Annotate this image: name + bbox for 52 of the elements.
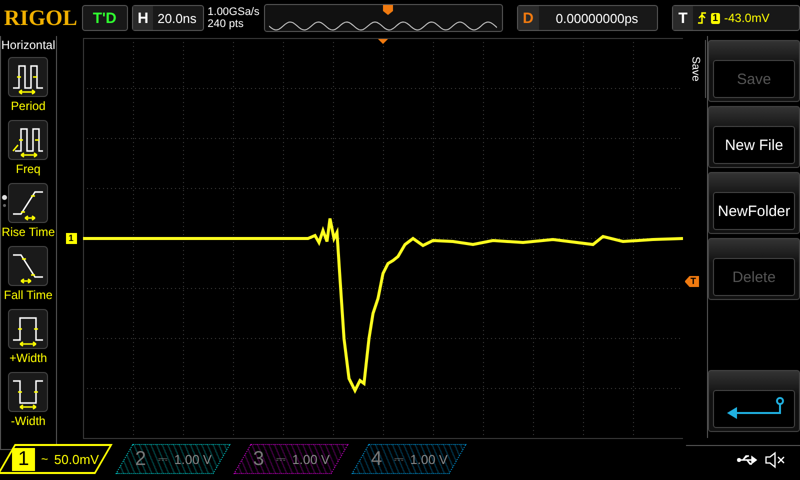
rising-edge-icon <box>696 11 707 25</box>
timebase-box[interactable]: H 20.0ns <box>132 5 204 31</box>
channel-tab[interactable]: 3 ⎓ 1.00 V <box>233 444 349 474</box>
delay-label: D <box>518 6 539 30</box>
measure-label: Freq <box>16 161 41 178</box>
sample-rate: 1.00GSa/s <box>208 6 260 18</box>
channel-tab[interactable]: 1 ~ 50.0mV <box>0 444 113 474</box>
channel-number: 1 <box>12 448 36 470</box>
speaker-muted-icon <box>764 450 786 468</box>
coupling-symbol: ~ <box>41 452 48 466</box>
trigger-level-marker[interactable]: T <box>684 276 700 287</box>
channel-scale: 1.00 V <box>174 452 212 466</box>
delay-box[interactable]: D 0.00000000ps <box>516 5 658 31</box>
measure-button[interactable] <box>8 183 48 223</box>
measure-label: Fall Time <box>4 287 53 304</box>
trigger-position-icon <box>378 39 388 44</box>
measure-label: Rise Time <box>2 224 55 241</box>
channel-scale: 1.00 V <box>292 452 330 466</box>
timebase-value: 20.0ns <box>157 10 197 26</box>
channel-number: 3 <box>252 448 266 470</box>
trigger-level: -43.0mV <box>724 11 770 25</box>
trigger-box[interactable]: T 1 -43.0mV <box>672 5 800 31</box>
coupling-symbol: ⎓ <box>276 452 286 466</box>
measure-label: +Width <box>9 350 48 367</box>
channel-number: 2 <box>134 448 148 470</box>
menu-button[interactable]: NewFolder <box>713 192 795 230</box>
panel-title: Horizontal <box>1 37 56 54</box>
usb-icon <box>736 454 760 466</box>
measure-button[interactable] <box>8 309 48 349</box>
delay-value: 0.00000000ps <box>554 10 640 26</box>
measure-button[interactable] <box>8 120 48 160</box>
channel-marker[interactable]: 1 <box>66 233 77 244</box>
channel-scale: 50.0mV <box>54 452 99 466</box>
measure-button[interactable] <box>8 372 48 412</box>
brand-logo: RIGOL <box>4 5 78 31</box>
measure-button[interactable] <box>8 57 48 97</box>
back-button[interactable] <box>713 390 795 428</box>
menu-button[interactable]: New File <box>713 126 795 164</box>
coupling-symbol: ⎓ <box>394 452 404 466</box>
channel-scale: 1.00 V <box>410 452 448 466</box>
memory-depth: 240 pts <box>208 18 245 30</box>
menu-title: Save <box>690 56 702 82</box>
coupling-symbol: ⎓ <box>158 452 168 466</box>
trigger-label: T <box>673 6 693 30</box>
measure-button[interactable] <box>8 246 48 286</box>
measure-label: -Width <box>10 413 46 430</box>
measure-label: Period <box>10 98 46 115</box>
trigger-position-icon <box>382 4 394 16</box>
run-status[interactable]: T'D <box>82 5 128 31</box>
trigger-source: 1 <box>710 12 720 24</box>
channel-tab[interactable]: 2 ⎓ 1.00 V <box>115 444 231 474</box>
timebase-label: H <box>132 6 154 30</box>
